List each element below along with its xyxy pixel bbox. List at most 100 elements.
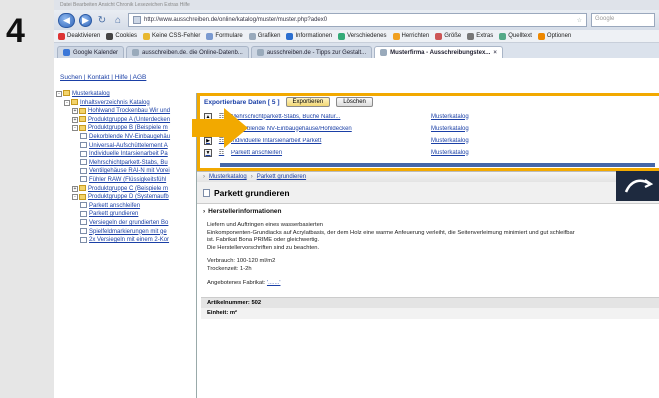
bookmark-item[interactable]: Verschiedenes xyxy=(338,32,387,40)
bookmark-item[interactable]: Größe xyxy=(435,32,461,40)
expand-toggle-icon[interactable]: - xyxy=(64,99,70,106)
tree-folder[interactable]: - Inhaltsverzeichnis Katalog xyxy=(54,99,194,108)
export-row-name[interactable]: Individuelle Intarsienarbeit Parkett xyxy=(231,138,411,144)
reload-icon[interactable]: ↻ xyxy=(96,14,108,26)
tab-item[interactable]: ausschreiben.de. die Online-Datenb... xyxy=(126,46,249,58)
detail-header: Parkett grundieren xyxy=(197,171,659,204)
folder-icon xyxy=(79,124,86,131)
catalog-tree: - Musterkatalog - Inhaltsverzeichnis Katalo… xyxy=(54,90,194,245)
tree-folder[interactable]: - Produktgruppe B (Beispiele m xyxy=(54,124,194,133)
offered-product-input[interactable]: '.......' xyxy=(267,280,281,286)
expand-toggle-icon[interactable]: + xyxy=(72,185,78,192)
tree-item[interactable]: Mehrschichtparkett-Stabs, Bu xyxy=(54,159,194,168)
bookmark-item[interactable]: Quelltext xyxy=(499,32,532,40)
breadcrumb-item[interactable]: Parkett grundieren xyxy=(257,174,306,180)
close-tab-icon[interactable]: × xyxy=(493,50,497,56)
tree-label: 2x Versiegeln mit einem 2-Kor xyxy=(89,237,170,244)
export-row-name[interactable]: Mehrschichtparkett-Stabs, Buche Natur... xyxy=(231,114,411,120)
bookmark-item[interactable]: Grafiken xyxy=(248,32,280,40)
tree-folder[interactable]: + Produktgruppe C (Beispiele m xyxy=(54,184,194,194)
tree-item[interactable]: Universal-Aufschüttelement A xyxy=(54,141,194,151)
tree-label: Dekorblende NV-Einbaugehäu xyxy=(89,133,171,140)
breadcrumb-item[interactable]: Musterkatalog xyxy=(209,174,247,180)
export-header: Exportierbare Daten [ 5 ] Exportieren Lö… xyxy=(200,96,659,108)
tree-item[interactable]: Ventilgehäuse RAI-N mit Vorei xyxy=(54,167,194,176)
export-row-name[interactable]: Dekorblende NV-Einbaugehäuse/Hohldecken xyxy=(231,126,411,132)
export-row-catalog[interactable]: Musterkatalog xyxy=(431,126,469,132)
section-header: › Herstellerinformationen xyxy=(203,207,282,215)
back-button[interactable]: ◀ xyxy=(58,12,75,28)
document-icon xyxy=(80,150,87,157)
tree-label: Inhaltsverzeichnis Katalog xyxy=(80,99,150,106)
export-row[interactable]: ▼ ☶ Parkett anschleifen Musterkatalog xyxy=(204,148,469,157)
document-icon xyxy=(203,188,210,197)
menu-bar: Datei Bearbeiten Ansicht Chronik Lesezei… xyxy=(54,0,659,10)
tree-folder[interactable]: - Produktgruppe D (Systemaufb xyxy=(54,193,194,202)
delete-button[interactable]: Löschen xyxy=(336,97,373,107)
export-row-catalog[interactable]: Musterkatalog xyxy=(431,150,469,156)
tree-item[interactable]: Dekorblende NV-Einbaugehäu xyxy=(54,133,194,142)
bookmark-item[interactable]: Extras xyxy=(467,32,493,40)
folder-icon xyxy=(63,90,70,97)
tree-item[interactable]: Individuelle Intarsienarbeit Pa xyxy=(54,150,194,159)
bookmark-item[interactable]: Informationen xyxy=(286,32,332,40)
expand-toggle-icon[interactable]: - xyxy=(56,91,62,97)
bullet-icon: › xyxy=(203,207,206,215)
url-text: http://www.ausschreiben.de/online/katalo… xyxy=(144,17,328,23)
folder-icon xyxy=(79,193,86,200)
move-row-icon[interactable]: ▼ xyxy=(204,148,212,157)
tree-folder[interactable]: + Hohlwand Trockenbau Wir und xyxy=(54,107,194,116)
navigation-toolbar: ◀ ▶ ↻ ⌂ http://www.ausschreiben.de/onlin… xyxy=(54,10,659,30)
forward-button[interactable]: ▶ xyxy=(79,13,92,27)
expand-toggle-icon[interactable]: + xyxy=(72,108,78,115)
tree-label: Mehrschichtparkett-Stabs, Bu xyxy=(89,159,168,166)
company-logo xyxy=(616,171,659,201)
tree-label: Universal-Aufschüttelement A xyxy=(89,142,168,149)
tree-item[interactable]: Parkett grundieren xyxy=(54,210,194,219)
document-icon xyxy=(80,159,87,166)
bookmark-item[interactable]: Formulare xyxy=(206,32,243,40)
tree-item[interactable]: Fühler RAW (Flüssigkeitsfühl xyxy=(54,176,194,185)
bookmark-star-icon[interactable]: ☆ xyxy=(577,17,582,24)
tree-folder[interactable]: - Musterkatalog xyxy=(54,90,194,99)
tab-item[interactable]: ausschreiben.de - Tipps zur Gestalt... xyxy=(250,46,373,58)
tree-label: Produktgruppe B (Beispiele m xyxy=(88,125,168,132)
home-icon[interactable]: ⌂ xyxy=(112,14,124,26)
export-row-name[interactable]: Parkett anschleifen xyxy=(231,150,411,156)
tree-item[interactable]: Parkett anschleifen xyxy=(54,202,194,211)
bookmark-item[interactable]: Keine CSS-Fehler xyxy=(143,32,200,40)
tree-item[interactable]: Versiegeln der grundierten Bo xyxy=(54,219,194,228)
unit: Einheit: m² xyxy=(201,308,659,320)
tab-item[interactable]: Google Kalender xyxy=(57,46,125,58)
document-icon xyxy=(80,176,87,183)
expand-toggle-icon[interactable]: - xyxy=(72,125,78,132)
tree-label: Parkett anschleifen xyxy=(89,202,141,209)
bookmark-item[interactable]: Cookies xyxy=(106,32,137,40)
offered-product: Angebotenes Fabrikat: '.......' xyxy=(207,279,281,286)
url-bar[interactable]: http://www.ausschreiben.de/online/katalo… xyxy=(128,13,587,27)
tree-label: Individuelle Intarsienarbeit Pa xyxy=(89,151,168,158)
tree-label: Hohlwand Trockenbau Wir und xyxy=(88,108,171,115)
document-icon xyxy=(80,167,87,174)
export-row-catalog[interactable]: Musterkatalog xyxy=(431,138,469,144)
bookmark-item[interactable]: Optionen xyxy=(537,32,571,40)
tab-item-active[interactable]: Musterfirma - Ausschreibungstex... × xyxy=(374,46,503,58)
tree-label: Produktgruppe A (Unterdecken xyxy=(88,116,171,123)
tree-folder[interactable]: + Produktgruppe A (Unterdecken xyxy=(54,116,194,125)
bookmark-item[interactable]: Deaktivieren xyxy=(58,32,100,40)
top-links[interactable]: Suchen | Kontakt | Hilfe | AGB xyxy=(60,74,146,81)
folder-icon xyxy=(71,99,78,106)
document-icon xyxy=(80,227,87,234)
expand-toggle-icon[interactable]: - xyxy=(72,194,78,201)
page-title: Parkett grundieren xyxy=(214,187,290,198)
search-input[interactable]: Google xyxy=(591,13,655,27)
export-row-catalog[interactable]: Musterkatalog xyxy=(431,114,469,120)
export-panel: Exportierbare Daten [ 5 ] Exportieren Lö… xyxy=(197,93,659,171)
tree-label: Produktgruppe C (Beispiele m xyxy=(88,185,169,192)
export-button[interactable]: Exportieren xyxy=(285,97,331,107)
tree-item[interactable]: 2x Versiegeln mit einem 2-Kor xyxy=(54,236,194,245)
tree-item[interactable]: Spielfeldmarkierungen mit ge xyxy=(54,227,194,237)
tree-label: Fühler RAW (Flüssigkeitsfühl xyxy=(89,176,167,183)
expand-toggle-icon[interactable]: + xyxy=(72,116,78,123)
bookmark-item[interactable]: Herrichten xyxy=(392,32,429,40)
